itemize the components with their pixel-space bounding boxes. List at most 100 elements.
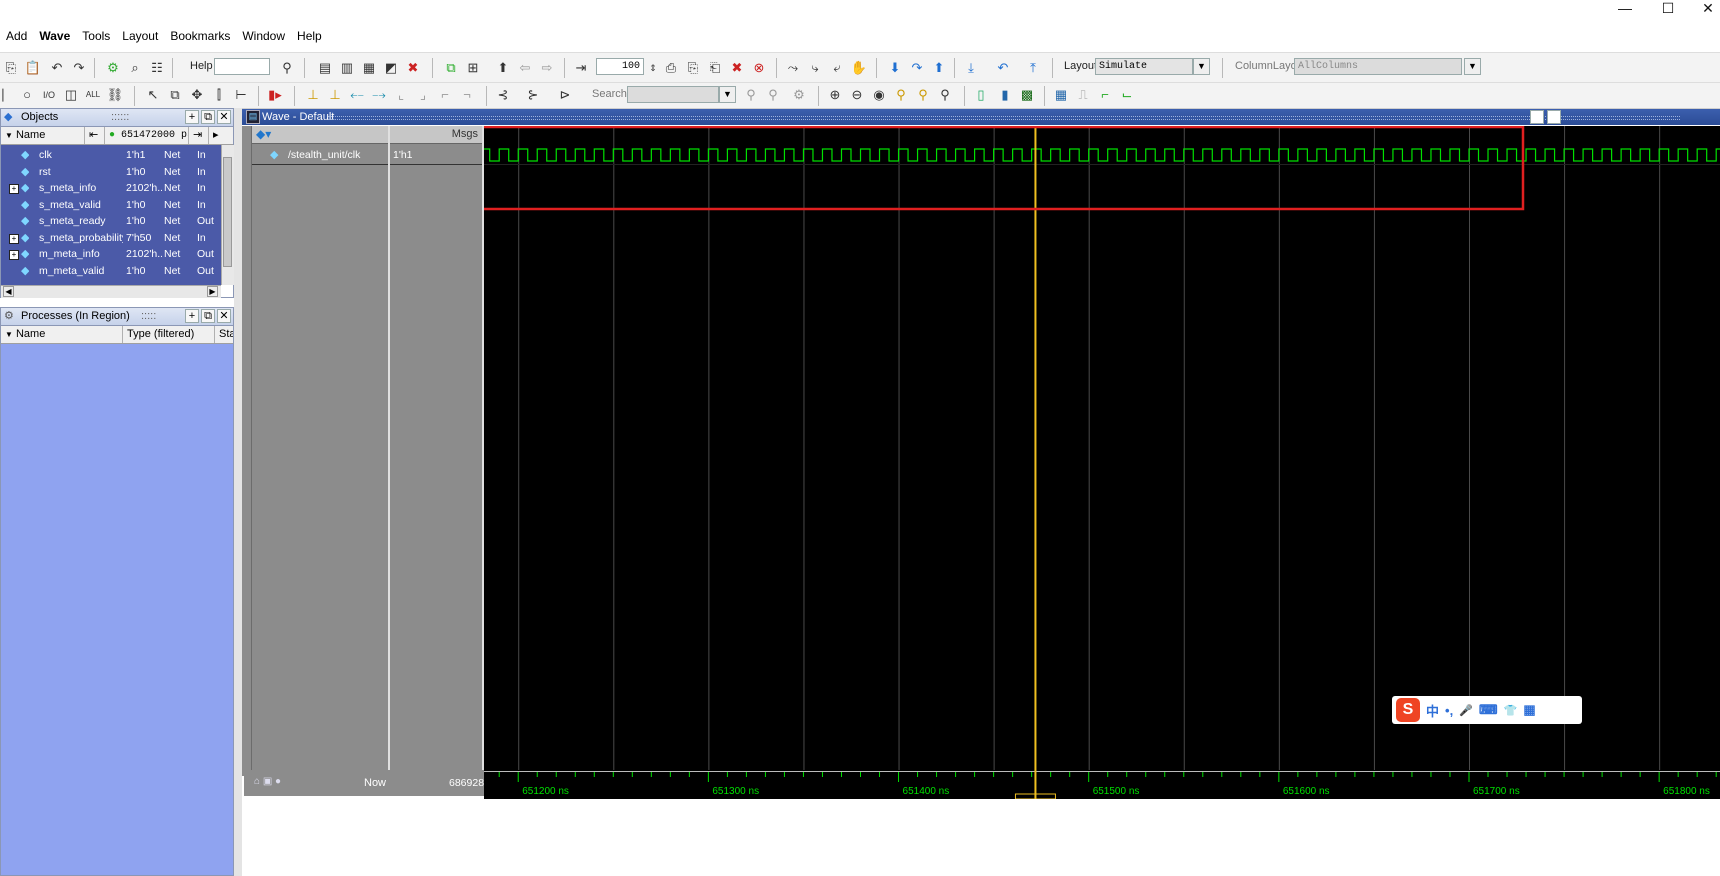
- panel-add-button[interactable]: +: [185, 309, 199, 323]
- wave-rise-icon[interactable]: ⌐: [1096, 86, 1114, 104]
- spinner-icon[interactable]: ⇕: [644, 59, 662, 77]
- redo-icon[interactable]: ↷: [70, 59, 88, 77]
- stop-icon[interactable]: ✖: [404, 59, 422, 77]
- close-button[interactable]: ✕: [1688, 0, 1720, 18]
- select-pointer-icon[interactable]: ↖: [144, 86, 162, 104]
- menu-wave[interactable]: Wave: [33, 26, 76, 46]
- run-icon[interactable]: ⎙: [662, 59, 680, 77]
- ime-keyboard-icon[interactable]: ⌨: [1479, 702, 1498, 718]
- run-length-icon[interactable]: ⇥: [572, 59, 590, 77]
- run-length-input[interactable]: 100: [596, 58, 644, 75]
- wave-add-icon[interactable]: ⧉: [442, 59, 460, 77]
- next-transition-icon[interactable]: ⌟: [414, 86, 432, 104]
- step-over-blue-icon[interactable]: ↷: [908, 59, 926, 77]
- pan-icon[interactable]: ✥: [188, 86, 206, 104]
- find-icon[interactable]: ⌕: [126, 59, 144, 77]
- wave-header-grip[interactable]: [328, 116, 1680, 120]
- panel-undock-button[interactable]: ⧉: [201, 309, 215, 323]
- column-layout-select[interactable]: AllColumns: [1294, 58, 1462, 75]
- search-prev-icon[interactable]: ⚲: [742, 86, 760, 104]
- zoom-cursor-icon[interactable]: ⚲: [892, 86, 910, 104]
- dock-left-icon[interactable]: ▯: [972, 86, 990, 104]
- prev-edge-icon[interactable]: ⤌: [348, 86, 366, 104]
- layout-dropdown-icon[interactable]: ▼: [1193, 58, 1210, 75]
- wave-add-button[interactable]: +: [1530, 110, 1544, 124]
- dock-center-icon[interactable]: ▮: [996, 86, 1014, 104]
- panel-undock-button[interactable]: ⧉: [201, 110, 215, 124]
- objects-vscroll[interactable]: [221, 145, 234, 285]
- ime-grid-icon[interactable]: ▦: [1523, 702, 1535, 718]
- minimize-button[interactable]: —: [1605, 0, 1645, 18]
- wave-compare-icon[interactable]: ⊳: [556, 86, 574, 104]
- run-all-icon[interactable]: ⎗: [706, 59, 724, 77]
- next-falling-icon[interactable]: ¬: [458, 86, 476, 104]
- wave-undock-button[interactable]: ⧉: [1547, 110, 1561, 124]
- object-row-clk[interactable]: ◆ clk 1'h1 Net In: [1, 147, 221, 163]
- panel-add-button[interactable]: +: [185, 110, 199, 124]
- search-dropdown-icon[interactable]: ▼: [719, 86, 736, 103]
- step-back-icon[interactable]: ⤓: [962, 59, 980, 77]
- simulate-icon[interactable]: ▦: [360, 59, 378, 77]
- ime-toolbar[interactable]: S 中 •, 🎤 ⌨ 👕 ▦: [1392, 696, 1582, 724]
- scroll-left-icon[interactable]: ◀: [3, 286, 14, 297]
- search-options-icon[interactable]: ⚙: [790, 86, 808, 104]
- continue-icon[interactable]: ⎘: [684, 59, 702, 77]
- compile-all-icon[interactable]: ▥: [338, 59, 356, 77]
- objects-vscroll-thumb[interactable]: [223, 157, 232, 267]
- delete-cursor-icon[interactable]: ⊥: [326, 86, 344, 104]
- panel-close-button[interactable]: ✕: [217, 309, 231, 323]
- step-back-out-icon[interactable]: ⤒: [1024, 59, 1042, 77]
- timeline-canvas[interactable]: 651200 ns 651300 ns 651400 ns 651500 ns 6516…: [484, 770, 1720, 799]
- cursor-tools-icon[interactable]: ⌂ ▣ ●: [254, 776, 281, 787]
- ime-punctuation-icon[interactable]: •,: [1445, 703, 1453, 718]
- undo-icon[interactable]: ↶: [48, 59, 66, 77]
- compile-icon[interactable]: ▤: [316, 59, 334, 77]
- edit-wave-icon[interactable]: ⫿: [210, 86, 228, 104]
- panel-close-button[interactable]: ✕: [217, 110, 231, 124]
- menu-layout[interactable]: Layout: [116, 26, 164, 46]
- collapse-wave-icon[interactable]: ⊱: [524, 86, 542, 104]
- zoom-out-icon[interactable]: ⊖: [848, 86, 866, 104]
- all-filter-icon[interactable]: ALL: [84, 86, 102, 104]
- menu-help[interactable]: Help: [291, 26, 328, 46]
- step-out-blue-icon[interactable]: ⬆: [930, 59, 948, 77]
- objects-hscroll[interactable]: ◀ ▶: [1, 285, 221, 298]
- next-edge-icon[interactable]: ⤍: [370, 86, 388, 104]
- wave-format-icon[interactable]: ▦: [1052, 86, 1070, 104]
- object-row-rst[interactable]: ◆ rst 1'h0 Net In: [1, 164, 221, 180]
- prev-falling-icon[interactable]: ⌐: [436, 86, 454, 104]
- step-icon[interactable]: ⤳: [784, 59, 802, 77]
- object-row-m-meta-info[interactable]: + ◆ m_meta_info 2102'h... Net Out: [1, 246, 221, 262]
- copy-icon[interactable]: ⎘: [2, 59, 20, 77]
- help-input[interactable]: [214, 58, 270, 75]
- wave-signal-icon[interactable]: ⎍: [1074, 86, 1092, 104]
- zoom-mode-icon[interactable]: ○: [18, 86, 36, 104]
- zoom-range-icon[interactable]: ⚲: [914, 86, 932, 104]
- ime-logo-icon[interactable]: S: [1396, 698, 1420, 722]
- menu-tools[interactable]: Tools: [76, 26, 116, 46]
- wave-signal-row[interactable]: ◆ /stealth_unit/clk: [252, 146, 388, 165]
- expand-icon[interactable]: +: [9, 184, 19, 194]
- ime-skin-icon[interactable]: 👕: [1504, 704, 1518, 717]
- link-icon[interactable]: ⛓: [106, 86, 124, 104]
- step-over-icon[interactable]: ⤷: [806, 59, 824, 77]
- search-next-icon[interactable]: ⚲: [764, 86, 782, 104]
- wave-timeline[interactable]: 651200 ns 651300 ns 651400 ns 651500 ns 6516…: [484, 770, 1720, 799]
- zoom-box-icon[interactable]: ⧉: [166, 86, 184, 104]
- zoom-last-icon[interactable]: ⚲: [936, 86, 954, 104]
- internal-filter-icon[interactable]: ◫: [62, 86, 80, 104]
- object-row-s-meta-info[interactable]: + ◆ s_meta_info 2102'h... Net In: [1, 180, 221, 196]
- break-icon[interactable]: ◩: [382, 59, 400, 77]
- io-filter-icon[interactable]: I/O: [40, 86, 58, 104]
- breakpoint-icon[interactable]: ▮▸: [266, 86, 284, 104]
- cursor-mode-icon[interactable]: ⎸: [0, 86, 18, 104]
- prev-transition-icon[interactable]: ⌞: [392, 86, 410, 104]
- menu-bookmarks[interactable]: Bookmarks: [164, 26, 236, 46]
- wave-edit-icon[interactable]: ⊞: [464, 59, 482, 77]
- back-arrow-icon[interactable]: ⇦: [516, 59, 534, 77]
- step-out-icon[interactable]: ⤶: [828, 59, 846, 77]
- wave-fall-icon[interactable]: ⌙: [1118, 86, 1136, 104]
- waveform-display[interactable]: [484, 126, 1720, 770]
- time-back-icon[interactable]: ⇤: [85, 127, 105, 144]
- waveform-canvas[interactable]: [484, 126, 1720, 770]
